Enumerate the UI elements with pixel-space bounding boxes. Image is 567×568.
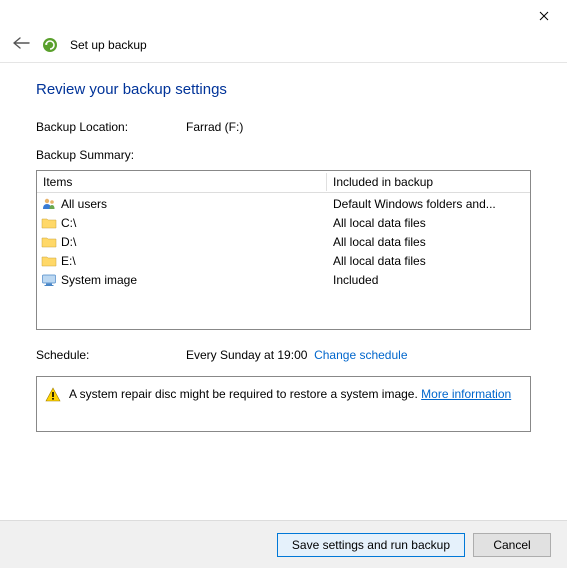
list-item[interactable]: C:\ All local data files xyxy=(37,213,530,232)
wizard-title: Set up backup xyxy=(70,38,147,52)
list-body: All users Default Windows folders and...… xyxy=(37,193,530,289)
list-header: Items Included in backup xyxy=(37,171,530,193)
save-and-run-button[interactable]: Save settings and run backup xyxy=(277,533,465,557)
list-item-name: System image xyxy=(61,273,137,287)
more-information-link[interactable]: More information xyxy=(421,387,511,401)
list-item-name: C:\ xyxy=(61,216,76,230)
folder-icon xyxy=(41,234,57,250)
users-icon xyxy=(41,196,57,212)
cancel-button[interactable]: Cancel xyxy=(473,533,551,557)
close-button[interactable] xyxy=(529,4,559,28)
list-item[interactable]: D:\ All local data files xyxy=(37,232,530,251)
schedule-label: Schedule: xyxy=(36,348,186,362)
column-header-included[interactable]: Included in backup xyxy=(327,173,530,191)
folder-icon xyxy=(41,253,57,269)
backup-summary-label: Backup Summary: xyxy=(36,148,531,162)
list-item-included: All local data files xyxy=(327,254,530,268)
list-item[interactable]: E:\ All local data files xyxy=(37,251,530,270)
warning-box: A system repair disc might be required t… xyxy=(36,376,531,432)
schedule-row: Schedule: Every Sunday at 19:00 Change s… xyxy=(36,348,531,362)
titlebar xyxy=(0,0,567,30)
footer: Save settings and run backup Cancel xyxy=(0,520,567,568)
list-item-included: Included xyxy=(327,273,530,287)
list-item-included: Default Windows folders and... xyxy=(327,197,530,211)
backup-location-label: Backup Location: xyxy=(36,120,186,134)
backup-location-value: Farrad (F:) xyxy=(186,120,531,134)
warning-icon xyxy=(45,387,61,403)
column-header-items[interactable]: Items xyxy=(37,173,327,191)
change-schedule-link[interactable]: Change schedule xyxy=(314,348,407,362)
summary-listbox[interactable]: Items Included in backup All users Defau… xyxy=(36,170,531,330)
close-icon xyxy=(539,11,549,21)
wizard-header: Set up backup xyxy=(0,30,567,60)
app-icon xyxy=(42,37,58,53)
list-item-included: All local data files xyxy=(327,235,530,249)
warning-text: A system repair disc might be required t… xyxy=(69,387,421,401)
schedule-value: Every Sunday at 19:00 Change schedule xyxy=(186,348,408,362)
list-item-name: All users xyxy=(61,197,107,211)
folder-icon xyxy=(41,215,57,231)
list-item-included: All local data files xyxy=(327,216,530,230)
back-arrow-icon[interactable] xyxy=(12,36,30,55)
page-heading: Review your backup settings xyxy=(36,81,531,98)
content-area: Review your backup settings Backup Locat… xyxy=(0,63,567,440)
list-item-name: D:\ xyxy=(61,235,76,249)
monitor-icon xyxy=(41,272,57,288)
warning-text-container: A system repair disc might be required t… xyxy=(69,387,511,401)
list-item[interactable]: All users Default Windows folders and... xyxy=(37,194,530,213)
list-item[interactable]: System image Included xyxy=(37,270,530,289)
backup-location-row: Backup Location: Farrad (F:) xyxy=(36,120,531,134)
list-item-name: E:\ xyxy=(61,254,76,268)
